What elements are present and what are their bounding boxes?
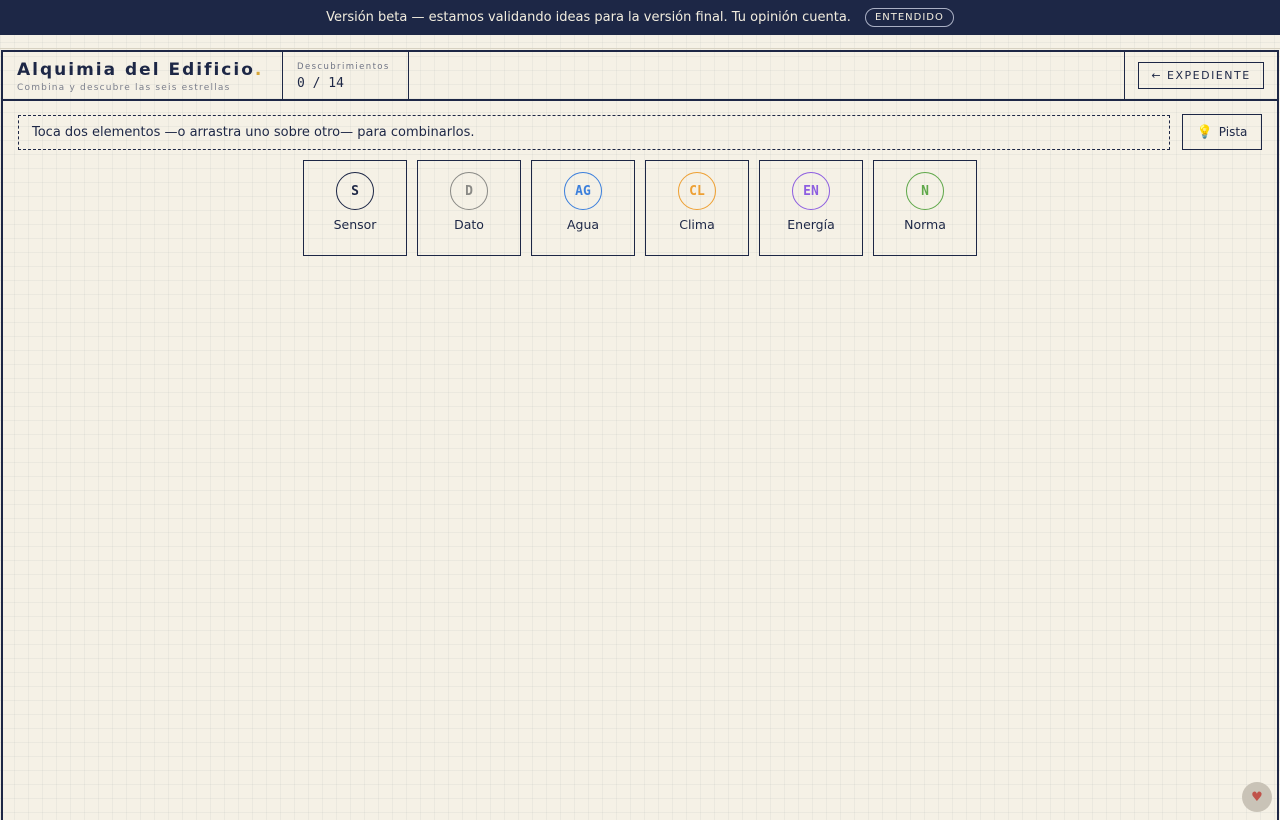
ruler-band <box>0 35 1280 49</box>
discoveries-counter: Descubrimientos 0 / 14 <box>283 52 409 99</box>
back-to-expediente-button[interactable]: ← EXPEDIENTE <box>1138 62 1264 89</box>
mascot-icon[interactable]: ♥ <box>1242 782 1272 812</box>
element-card-energia[interactable]: EN Energía <box>759 160 863 256</box>
element-symbol: CL <box>678 172 716 210</box>
element-symbol: N <box>906 172 944 210</box>
element-name: Dato <box>454 217 484 232</box>
title-dot: . <box>254 60 264 80</box>
element-name: Agua <box>566 217 600 232</box>
elements-tray: S Sensor D Dato AG Agua CL Clima EN Ener… <box>303 160 977 256</box>
page-title: Alquimia del Edificio. <box>17 60 282 80</box>
element-name: Energía <box>787 217 835 232</box>
element-card-agua[interactable]: AG Agua <box>531 160 635 256</box>
game-frame: Alquimia del Edificio. Combina y descubr… <box>1 50 1279 820</box>
element-name: Clima <box>679 217 715 232</box>
header-actions: ← EXPEDIENTE <box>1125 52 1277 99</box>
lightbulb-icon: 💡 <box>1196 124 1213 140</box>
brand: Alquimia del Edificio. Combina y descubr… <box>3 52 283 99</box>
header-spacer <box>409 52 1125 99</box>
element-name: Norma <box>904 217 946 232</box>
beta-message: Versión beta — estamos validando ideas p… <box>326 10 851 25</box>
game-header: Alquimia del Edificio. Combina y descubr… <box>3 52 1277 101</box>
element-symbol: D <box>450 172 488 210</box>
title-text: Alquimia del Edificio <box>17 60 255 80</box>
instructions-box: Toca dos elementos —o arrastra uno sobre… <box>18 115 1170 150</box>
element-symbol: AG <box>564 172 602 210</box>
discoveries-value: 0 / 14 <box>297 76 344 91</box>
element-card-sensor[interactable]: S Sensor <box>303 160 407 256</box>
instructions-text: Toca dos elementos —o arrastra uno sobre… <box>32 125 475 140</box>
element-symbol: EN <box>792 172 830 210</box>
element-card-clima[interactable]: CL Clima <box>645 160 749 256</box>
dismiss-beta-button[interactable]: ENTENDIDO <box>864 8 954 27</box>
element-symbol: S <box>336 172 374 210</box>
element-card-dato[interactable]: D Dato <box>417 160 521 256</box>
element-card-norma[interactable]: N Norma <box>873 160 977 256</box>
hint-button[interactable]: 💡 Pista <box>1182 114 1262 150</box>
discoveries-label: Descubrimientos <box>297 62 390 72</box>
beta-banner: Versión beta — estamos validando ideas p… <box>0 0 1280 35</box>
page-subtitle: Combina y descubre las seis estrellas <box>17 83 231 93</box>
element-name: Sensor <box>333 217 377 232</box>
hint-button-label: Pista <box>1218 125 1248 139</box>
